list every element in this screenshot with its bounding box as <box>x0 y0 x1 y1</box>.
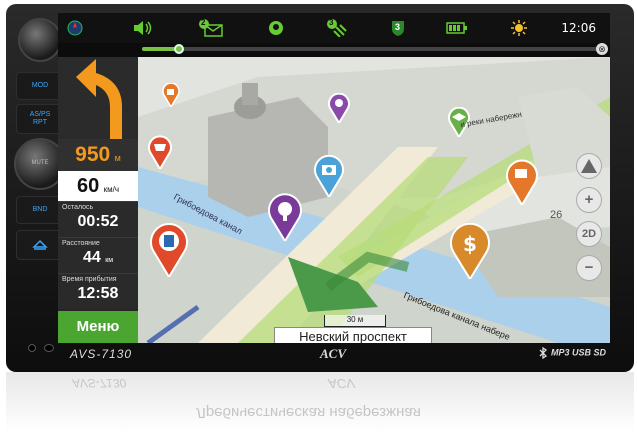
warning-button[interactable] <box>576 153 602 179</box>
zoom-in-button[interactable]: + <box>576 187 602 213</box>
messages-badge: 2 <box>201 18 206 27</box>
reflection-street: Лребичестическая наберезжная <box>196 404 421 421</box>
route-end-icon[interactable]: ⊗ <box>596 43 608 55</box>
remaining-time: Осталось 00:52 <box>58 201 138 237</box>
aux-port[interactable] <box>44 344 54 352</box>
distance-to-turn-unit: м <box>114 153 121 163</box>
volume-icon[interactable] <box>132 19 154 37</box>
distance-label: Расстояние <box>62 240 100 247</box>
distance-to-turn: 950 м <box>58 139 138 171</box>
poi-pin-park[interactable] <box>268 193 302 246</box>
mute-label: MUTE <box>31 160 49 166</box>
current-speed: 60 км/ч <box>58 171 138 201</box>
poi-pin-restaurant[interactable] <box>506 159 538 210</box>
satellite-icon[interactable]: 3 <box>326 18 348 37</box>
turn-left-arrow-icon <box>76 59 122 139</box>
device-bottom-strip: AVS-7130 ACV MP3 USB SD <box>58 343 610 365</box>
svg-text:$: $ <box>463 232 477 256</box>
volume-knob[interactable] <box>18 18 62 62</box>
distance-total-value: 44 <box>82 249 101 266</box>
format-logos: MP3 USB SD <box>538 346 606 360</box>
poi-pin-theater[interactable] <box>328 92 350 128</box>
format-logos-text: MP3 USB SD <box>550 347 606 358</box>
messages-icon[interactable]: 2 <box>198 18 224 37</box>
zoom-out-button[interactable]: − <box>576 255 602 281</box>
map-canvas <box>138 57 610 343</box>
rpt-label: RPT <box>33 119 47 126</box>
speed-value: 60 <box>76 175 100 197</box>
current-street-name: Невский проспект <box>274 327 432 343</box>
eject-button[interactable] <box>16 230 64 260</box>
remaining-distance: Расстояние 44 км <box>58 237 138 273</box>
bluetooth-icon <box>540 346 548 360</box>
day-mode-sun-icon[interactable] <box>510 19 528 37</box>
route-progress-bar: ⊗ <box>142 43 608 55</box>
speed-unit: км/ч <box>103 185 120 194</box>
status-bar: 2 3 3 12:06 <box>58 13 610 43</box>
route-progress-marker <box>173 44 184 54</box>
as-ps-label: AS/PS <box>29 111 51 118</box>
remaining-label: Осталось <box>62 204 94 211</box>
arrival-time: Время прибытия 12:58 <box>58 273 138 309</box>
poi-pin-photo[interactable] <box>314 154 344 202</box>
distance-total-unit: км <box>105 257 114 264</box>
mod-button[interactable]: MOD <box>16 72 64 100</box>
band-button[interactable]: BND <box>16 196 64 224</box>
view-2d-button[interactable]: 2D <box>576 221 602 247</box>
reflection-model: AVS-7130 <box>72 376 127 390</box>
poi-pin-coffee[interactable] <box>162 82 180 112</box>
clock: 12:06 <box>561 21 596 35</box>
poi-pin-bank[interactable]: $ <box>450 222 490 284</box>
brand-logo: ACV <box>320 346 347 361</box>
shield-icon[interactable]: 3 <box>390 19 406 37</box>
battery-icon[interactable] <box>446 19 468 37</box>
map-view[interactable]: $ Грибоедова канал Грибоедова канала наб… <box>138 57 610 343</box>
arrival-label: Время прибытия <box>62 276 117 283</box>
as-ps-rpt-button[interactable]: AS/PS RPT <box>16 104 64 134</box>
arrival-value: 12:58 <box>77 285 119 302</box>
satellites-badge: 3 <box>329 18 334 27</box>
user-location-icon[interactable] <box>268 19 284 37</box>
navigation-panel: 950 м 60 км/ч Осталось 00:52 Расстояние … <box>58 57 138 343</box>
touchscreen: 2 3 3 12:06 ⊗ 950 м 60 км/ч Осталось 00:… <box>58 13 610 343</box>
reset-hole[interactable] <box>28 344 36 352</box>
zoom-level: 26 <box>550 209 563 221</box>
mod-label: MOD <box>31 82 49 89</box>
reflection-brand: ACV <box>328 376 355 391</box>
eject-icon <box>32 239 48 250</box>
shield-badge: 3 <box>395 22 401 32</box>
menu-button[interactable]: Меню <box>58 311 138 343</box>
band-label: BND <box>32 206 48 213</box>
turn-instruction <box>58 57 138 139</box>
remaining-value: 00:52 <box>77 213 119 230</box>
poi-pin-metro[interactable] <box>150 223 188 282</box>
compass-icon[interactable] <box>66 19 84 37</box>
model-label: AVS-7130 <box>70 347 133 361</box>
device-reflection: AVS-7130 ACV Лребичестическая наберезжна… <box>6 372 634 432</box>
map-scale: 30 м <box>324 315 386 327</box>
distance-to-turn-value: 950 <box>75 143 111 166</box>
poi-pin-shopping[interactable] <box>148 135 172 174</box>
warning-icon <box>581 159 597 173</box>
